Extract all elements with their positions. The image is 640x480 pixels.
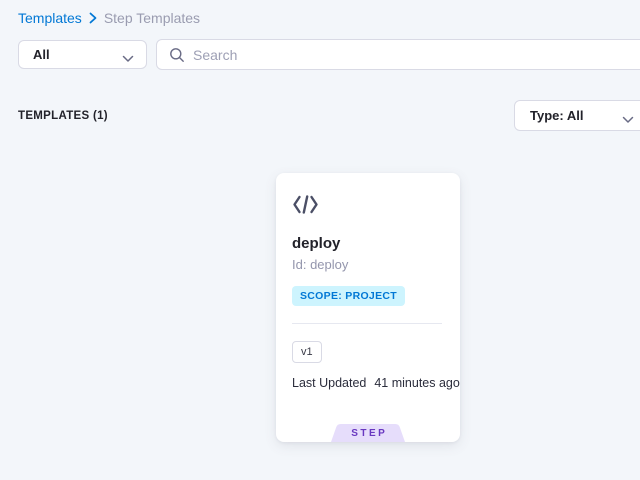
search-icon — [169, 47, 185, 63]
template-title: deploy — [292, 235, 340, 252]
type-filter-select[interactable]: Type: All — [514, 100, 640, 131]
version-chip: v1 — [292, 341, 322, 363]
search-box[interactable] — [156, 39, 640, 70]
chevron-down-icon — [122, 51, 134, 66]
chevron-down-icon — [622, 112, 634, 127]
last-updated: Last Updated 41 minutes ago — [292, 376, 460, 390]
scope-filter-select[interactable]: All — [18, 40, 147, 69]
breadcrumb-current: Step Templates — [104, 10, 200, 26]
search-input[interactable] — [193, 47, 640, 63]
last-updated-label: Last Updated — [292, 376, 366, 390]
card-divider — [292, 323, 442, 324]
type-filter-value: Type: All — [530, 108, 583, 123]
code-icon — [292, 194, 319, 220]
step-badge-label: STEP — [349, 428, 388, 439]
scope-badge: SCOPE: PROJECT — [292, 286, 405, 306]
template-card[interactable]: deploy Id: deploy SCOPE: PROJECT v1 Last… — [276, 173, 460, 442]
breadcrumb: Templates Step Templates — [18, 10, 200, 26]
templates-count-heading: TEMPLATES (1) — [18, 110, 108, 122]
scope-filter-value: All — [33, 47, 50, 62]
breadcrumb-link-templates[interactable]: Templates — [18, 10, 82, 26]
template-id: Id: deploy — [292, 257, 348, 272]
step-type-badge: STEP — [331, 424, 405, 442]
chevron-right-icon — [89, 12, 97, 24]
last-updated-value: 41 minutes ago — [374, 376, 459, 390]
